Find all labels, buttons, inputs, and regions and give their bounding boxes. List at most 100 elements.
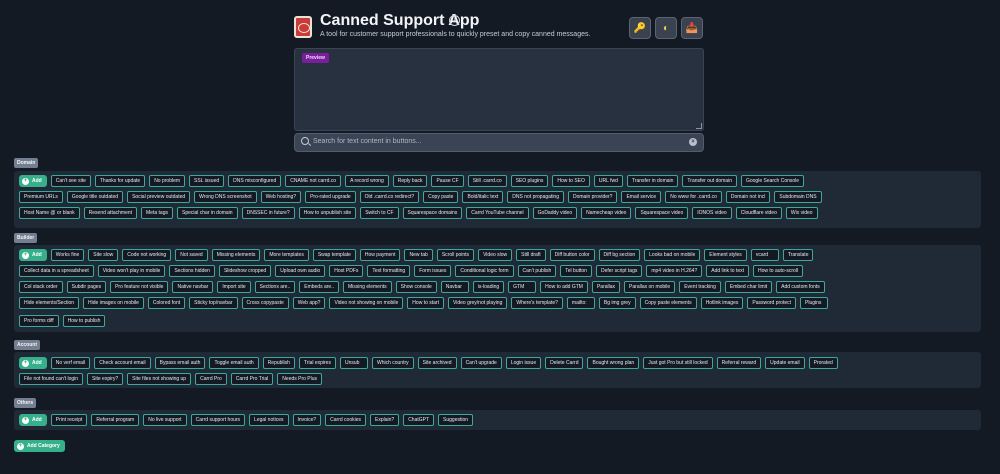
canned-message-button[interactable]: Referral program [91,414,140,426]
canned-message-button[interactable]: Update email [765,357,805,369]
canned-message-button[interactable]: Bought wrong plan [587,357,640,369]
canned-message-button[interactable]: Conditional logic form [455,265,514,277]
canned-message-button[interactable]: Check account email [94,357,151,369]
add-category-button[interactable]: + Add Category [14,440,65,452]
canned-message-button[interactable]: DNS misconfigured [228,175,282,187]
canned-message-button[interactable]: IONOS video [692,207,732,219]
canned-message-button[interactable]: Transfer in domain [626,175,679,187]
canned-message-button[interactable]: Which country [371,357,414,369]
canned-message-button[interactable]: Carrd YouTube channel [466,207,529,219]
category-label[interactable]: Builder [14,233,38,243]
info-icon[interactable]: i [449,15,460,26]
canned-message-button[interactable]: File not found can't login [19,373,84,385]
canned-message-button[interactable]: Web hosting? [260,191,302,203]
canned-message-button[interactable]: Trial expires [298,357,336,369]
canned-message-button[interactable]: How to SEO [552,175,590,187]
canned-message-button[interactable]: Delete Carrd [545,357,584,369]
canned-message-button[interactable]: Carrd Pro [195,373,227,385]
category-label[interactable]: Account [14,340,40,350]
canned-message-button[interactable]: Wrong DNS screenshot [194,191,257,203]
canned-message-button[interactable]: Diff bg section [598,249,641,261]
clear-icon[interactable]: × [689,138,697,146]
canned-message-button[interactable]: Element styles [704,249,747,261]
canned-message-button[interactable]: Subdir pages [66,281,107,293]
canned-message-button[interactable]: SEO plugins [510,175,549,187]
canned-message-button[interactable]: Pro forms diff [19,315,59,327]
canned-message-button[interactable]: Video grey/not playing [447,297,508,309]
canned-message-button[interactable]: Old .carrd.co redirect? [359,191,420,203]
canned-message-button[interactable]: New tab [404,249,433,261]
canned-message-button[interactable]: Thanks for update [94,175,146,187]
canned-message-button[interactable]: Password protect [747,297,797,309]
canned-message-button[interactable]: Copy paste elements [639,297,697,309]
canned-message-button[interactable]: is-loading [472,281,505,293]
canned-message-button[interactable]: How to publish [62,315,106,327]
canned-message-button[interactable]: Pro feature not visible [110,281,169,293]
canned-message-button[interactable]: DNSSEC in future? [241,207,295,219]
canned-message-button[interactable]: Invoice? [292,414,322,426]
canned-message-button[interactable]: Premium URLs [19,191,63,203]
canned-message-button[interactable]: Needs Pro Plus [277,373,323,385]
canned-message-button[interactable]: Bg img grey [598,297,636,309]
canned-message-button[interactable]: Diff button color [549,249,595,261]
canned-message-button[interactable]: Carrd Pro Trial [230,373,274,385]
canned-message-button[interactable]: Video slow [478,249,513,261]
canned-message-button[interactable]: Still .carrd.co [467,175,507,187]
canned-message-button[interactable]: Transfer out domain [682,175,737,187]
canned-message-button[interactable]: URL fwd [593,175,623,187]
canned-message-button[interactable]: Suggestion [438,414,474,426]
canned-message-button[interactable]: A record wrong [345,175,389,187]
canned-message-button[interactable]: Navbar [440,281,469,293]
canned-message-button[interactable]: Copy paste [423,191,459,203]
canned-message-button[interactable]: Import site [217,281,251,293]
canned-message-button[interactable]: Namecheap video [581,207,632,219]
canned-message-button[interactable]: Slideshow cropped [218,265,272,277]
canned-message-button[interactable]: SSL issued [189,175,225,187]
canned-message-button[interactable]: Can't upgrade [460,357,502,369]
import-button[interactable]: 📥 [681,17,703,39]
canned-message-button[interactable]: Event tracking [679,281,721,293]
canned-message-button[interactable]: Reply back [392,175,428,187]
canned-message-button[interactable]: Squarespace domains [402,207,463,219]
canned-message-button[interactable]: Video won't play in mobile [97,265,166,277]
canned-message-button[interactable]: Domain provider? [568,191,618,203]
canned-message-button[interactable]: Add custom fonts [776,281,825,293]
canned-message-button[interactable]: Site files not showing up [127,373,192,385]
canned-message-button[interactable]: Colored font [147,297,186,309]
canned-message-button[interactable]: mailto: [566,297,595,309]
canned-message-button[interactable]: Not saved [175,249,208,261]
canned-message-button[interactable]: Site expiry? [87,373,124,385]
canned-message-button[interactable]: Sticky top/navbar [189,297,238,309]
canned-message-button[interactable]: Squarespace video [635,207,689,219]
add-button[interactable]: + Add [19,414,47,426]
canned-message-button[interactable]: DNS not propagating [507,191,564,203]
canned-message-button[interactable]: Print receipt [50,414,88,426]
canned-message-button[interactable]: vcard [750,249,779,261]
theme-toggle-button[interactable]: ◐ [655,17,677,39]
canned-message-button[interactable]: No live support [143,414,187,426]
canned-message-button[interactable]: Collect data in a spreadsheet [19,265,94,277]
canned-message-button[interactable]: Switch to CF [360,207,399,219]
canned-message-button[interactable]: Site archived [417,357,457,369]
canned-message-button[interactable]: Swap template [312,249,356,261]
canned-message-button[interactable]: mp4 video in H.264? [646,265,703,277]
canned-message-button[interactable]: Sections hidden [169,265,215,277]
canned-message-button[interactable]: Can't publish [517,265,557,277]
canned-message-button[interactable]: Toggle email auth [209,357,259,369]
canned-message-button[interactable]: How payment [359,249,401,261]
canned-message-button[interactable]: Login issue [505,357,542,369]
canned-message-button[interactable]: Hide elements/Section [19,297,80,309]
canned-message-button[interactable]: How to auto-scroll [753,265,804,277]
canned-message-button[interactable]: Email service [621,191,662,203]
canned-message-button[interactable]: Legal notices [249,414,289,426]
canned-message-button[interactable]: How to start [407,297,444,309]
canned-message-button[interactable]: No www for .carrd.co [665,191,722,203]
canned-message-button[interactable]: Add link to text [706,265,750,277]
add-button[interactable]: + Add [19,175,47,187]
canned-message-button[interactable]: Explain? [370,414,400,426]
canned-message-button[interactable]: Parallax on mobile [624,281,676,293]
canned-message-button[interactable]: Referral reward [716,357,762,369]
canned-message-button[interactable]: Host PDFs [329,265,364,277]
canned-message-button[interactable]: Bold/italic text [462,191,504,203]
category-label[interactable]: Domain [14,158,39,168]
